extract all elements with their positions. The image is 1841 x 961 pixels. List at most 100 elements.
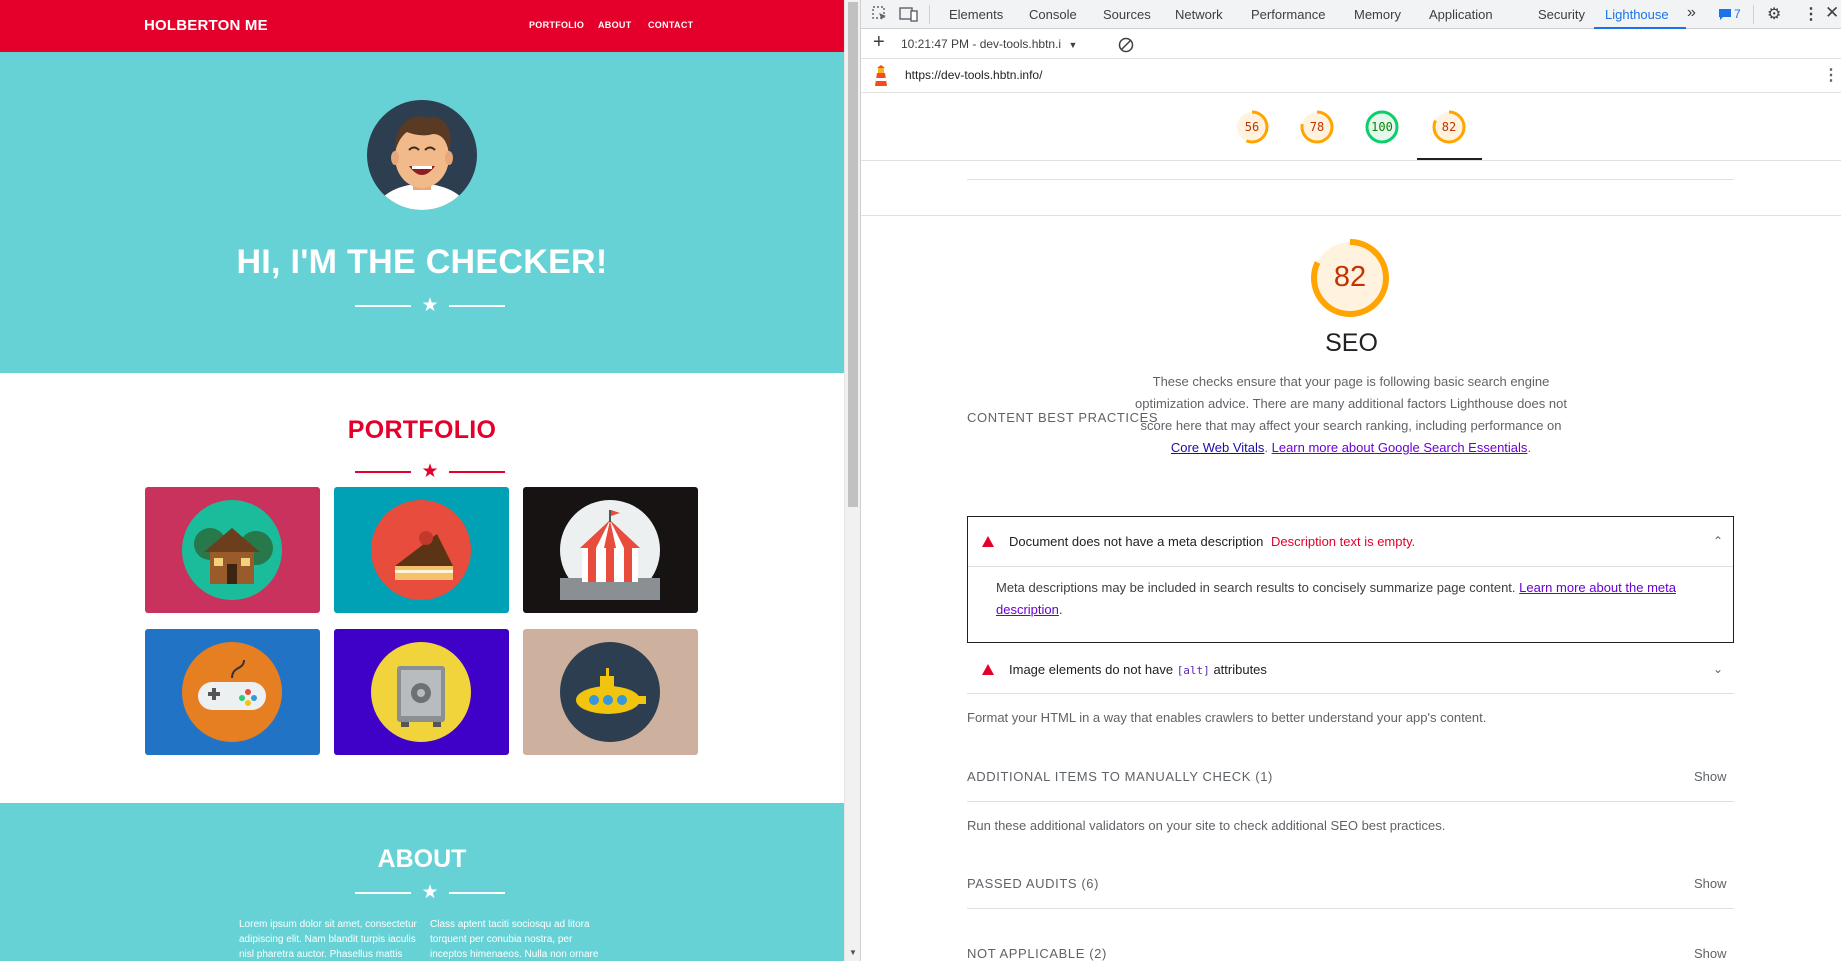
tab-elements[interactable]: Elements bbox=[949, 7, 1003, 22]
about-section: ABOUT ★ Lorem ipsum dolor sit amet, cons… bbox=[0, 803, 844, 961]
report-url-bar: https://dev-tools.hbtn.info/ ⋮ bbox=[861, 59, 1841, 93]
about-text-right: Class aptent taciti sociosqu ad litora t… bbox=[430, 919, 599, 960]
portfolio-item-circus[interactable] bbox=[523, 487, 698, 613]
scroll-down-arrow-icon[interactable]: ▼ bbox=[849, 948, 857, 957]
score-gauge-best-practices[interactable]: 100 bbox=[1364, 109, 1400, 145]
lighthouse-logo-icon bbox=[875, 65, 887, 86]
safe-icon bbox=[371, 642, 471, 742]
audit-row-title: Document does not have a meta descriptio… bbox=[1009, 534, 1415, 549]
portfolio-item-controller[interactable] bbox=[145, 629, 320, 755]
portfolio-item-cake[interactable] bbox=[334, 487, 509, 613]
core-web-vitals-link[interactable]: Core Web Vitals bbox=[1171, 440, 1264, 455]
star-icon: ★ bbox=[421, 461, 439, 482]
seo-description: These checks ensure that your page is fo… bbox=[1131, 371, 1571, 459]
close-icon[interactable]: ✕ bbox=[1825, 3, 1839, 23]
warning-triangle-icon bbox=[982, 664, 994, 675]
kebab-menu-icon[interactable]: ⋮ bbox=[1803, 4, 1819, 24]
tab-network[interactable]: Network bbox=[1175, 7, 1223, 22]
google-search-essentials-link[interactable]: Learn more about Google Search Essential… bbox=[1272, 440, 1528, 455]
tab-memory[interactable]: Memory bbox=[1354, 7, 1401, 22]
audit-row-title: Image elements do not have [alt] attribu… bbox=[1009, 662, 1267, 677]
page-scrollbar[interactable]: ▼ bbox=[844, 0, 860, 961]
report-menu-icon[interactable]: ⋮ bbox=[1823, 65, 1839, 85]
report-select-value: 10:21:47 PM - dev-tools.hbtn.i bbox=[901, 37, 1062, 51]
score-gauge-accessibility[interactable]: 78 bbox=[1299, 109, 1335, 145]
show-passed-audits-button[interactable]: Show bbox=[1694, 876, 1727, 891]
inspect-element-icon[interactable] bbox=[871, 5, 889, 23]
chevron-up-icon[interactable]: ⌃ bbox=[1713, 534, 1723, 548]
nav-link-contact[interactable]: CONTACT bbox=[648, 20, 693, 30]
seo-description-text: These checks ensure that your page is fo… bbox=[1135, 374, 1567, 433]
portfolio-item-submarine[interactable] bbox=[523, 629, 698, 755]
cake-icon bbox=[371, 500, 471, 600]
group-title-content-best-practices: CONTENT BEST PRACTICES bbox=[967, 410, 1159, 425]
seo-score-value: 82 bbox=[1333, 261, 1367, 293]
devtools-panel: Elements Console Sources Network Perform… bbox=[860, 0, 1841, 961]
group-title-additional-items: ADDITIONAL ITEMS TO MANUALLY CHECK (1) bbox=[967, 769, 1273, 784]
devtools-tabbar: Elements Console Sources Network Perform… bbox=[861, 0, 1841, 29]
show-not-applicable-button[interactable]: Show bbox=[1694, 946, 1727, 961]
warning-triangle-icon bbox=[982, 536, 994, 547]
tab-security[interactable]: Security bbox=[1538, 7, 1585, 22]
about-star-divider: ★ bbox=[355, 883, 505, 903]
audit-title-pre: Image elements do not have bbox=[1009, 662, 1174, 677]
portfolio-star-divider: ★ bbox=[355, 462, 505, 482]
format-note: Format your HTML in a way that enables c… bbox=[967, 710, 1487, 725]
clear-block-icon[interactable] bbox=[1118, 37, 1134, 53]
seo-sep: . bbox=[1264, 440, 1272, 455]
tab-sources[interactable]: Sources bbox=[1103, 7, 1151, 22]
chevron-down-icon[interactable]: ⌄ bbox=[1713, 662, 1723, 676]
audit-title: Document does not have a meta descriptio… bbox=[1009, 534, 1264, 549]
audit-body-end: . bbox=[1058, 602, 1063, 617]
circus-tent-icon bbox=[560, 500, 660, 600]
website-viewport: HOLBERTON ME PORTFOLIO ABOUT CONTACT HI,… bbox=[0, 0, 844, 961]
divider bbox=[967, 801, 1734, 802]
report-select[interactable]: 10:21:47 PM - dev-tools.hbtn.i ▼ bbox=[901, 37, 1077, 51]
show-additional-items-button[interactable]: Show bbox=[1694, 769, 1727, 784]
score-gauge-performance[interactable]: 56 bbox=[1234, 109, 1270, 145]
group-title-not-applicable: NOT APPLICABLE (2) bbox=[967, 946, 1107, 961]
star-icon: ★ bbox=[421, 295, 439, 316]
audit-title-post: attributes bbox=[1213, 662, 1267, 677]
divider bbox=[861, 215, 1841, 216]
report-url[interactable]: https://dev-tools.hbtn.info/ bbox=[905, 68, 1042, 82]
portfolio-item-cabin[interactable] bbox=[145, 487, 320, 613]
seo-title: SEO bbox=[1325, 329, 1378, 357]
audit-meta-description: Document does not have a meta descriptio… bbox=[967, 516, 1734, 643]
issues-icon[interactable] bbox=[1718, 8, 1732, 21]
more-tabs-icon[interactable]: » bbox=[1687, 4, 1696, 22]
cabin-icon bbox=[182, 500, 282, 600]
audit-image-alt[interactable]: Image elements do not have [alt] attribu… bbox=[967, 644, 1734, 694]
audit-meta-description-header[interactable]: Document does not have a meta descriptio… bbox=[968, 517, 1733, 567]
divider bbox=[967, 179, 1734, 180]
site-brand[interactable]: HOLBERTON ME bbox=[144, 17, 268, 34]
run-validators-note: Run these additional validators on your … bbox=[967, 818, 1446, 833]
score-gauges: 56 78 100 82 bbox=[861, 93, 1841, 161]
score-value: 82 bbox=[1441, 120, 1457, 134]
site-navbar: HOLBERTON ME PORTFOLIO ABOUT CONTACT bbox=[0, 0, 844, 52]
star-icon: ★ bbox=[421, 882, 439, 903]
tab-console[interactable]: Console bbox=[1029, 7, 1077, 22]
submarine-icon bbox=[560, 642, 660, 742]
hero-star-divider: ★ bbox=[355, 296, 505, 316]
game-controller-icon bbox=[182, 642, 282, 742]
scrollbar-thumb[interactable] bbox=[848, 2, 858, 507]
nav-link-portfolio[interactable]: PORTFOLIO bbox=[529, 20, 584, 30]
audit-body-text: Meta descriptions may be included in sea… bbox=[996, 580, 1516, 595]
tab-lighthouse[interactable]: Lighthouse bbox=[1605, 7, 1669, 22]
hero-title: HI, I'M THE CHECKER! bbox=[236, 243, 608, 281]
tab-application[interactable]: Application bbox=[1429, 7, 1493, 22]
new-report-plus-icon[interactable]: + bbox=[873, 31, 885, 54]
portfolio-item-safe[interactable] bbox=[334, 629, 509, 755]
seo-end: . bbox=[1527, 440, 1532, 455]
tab-performance[interactable]: Performance bbox=[1251, 7, 1325, 22]
settings-gear-icon[interactable]: ⚙ bbox=[1767, 4, 1781, 24]
nav-link-about[interactable]: ABOUT bbox=[598, 20, 632, 30]
audit-meta-description-body: Meta descriptions may be included in sea… bbox=[996, 577, 1696, 621]
portfolio-title: PORTFOLIO bbox=[347, 416, 497, 444]
active-gauge-indicator bbox=[1417, 158, 1482, 160]
score-gauge-seo[interactable]: 82 bbox=[1431, 109, 1467, 145]
device-toolbar-icon[interactable] bbox=[899, 5, 919, 23]
issues-count[interactable]: 7 bbox=[1734, 7, 1741, 21]
audit-code: [alt] bbox=[1176, 664, 1210, 677]
